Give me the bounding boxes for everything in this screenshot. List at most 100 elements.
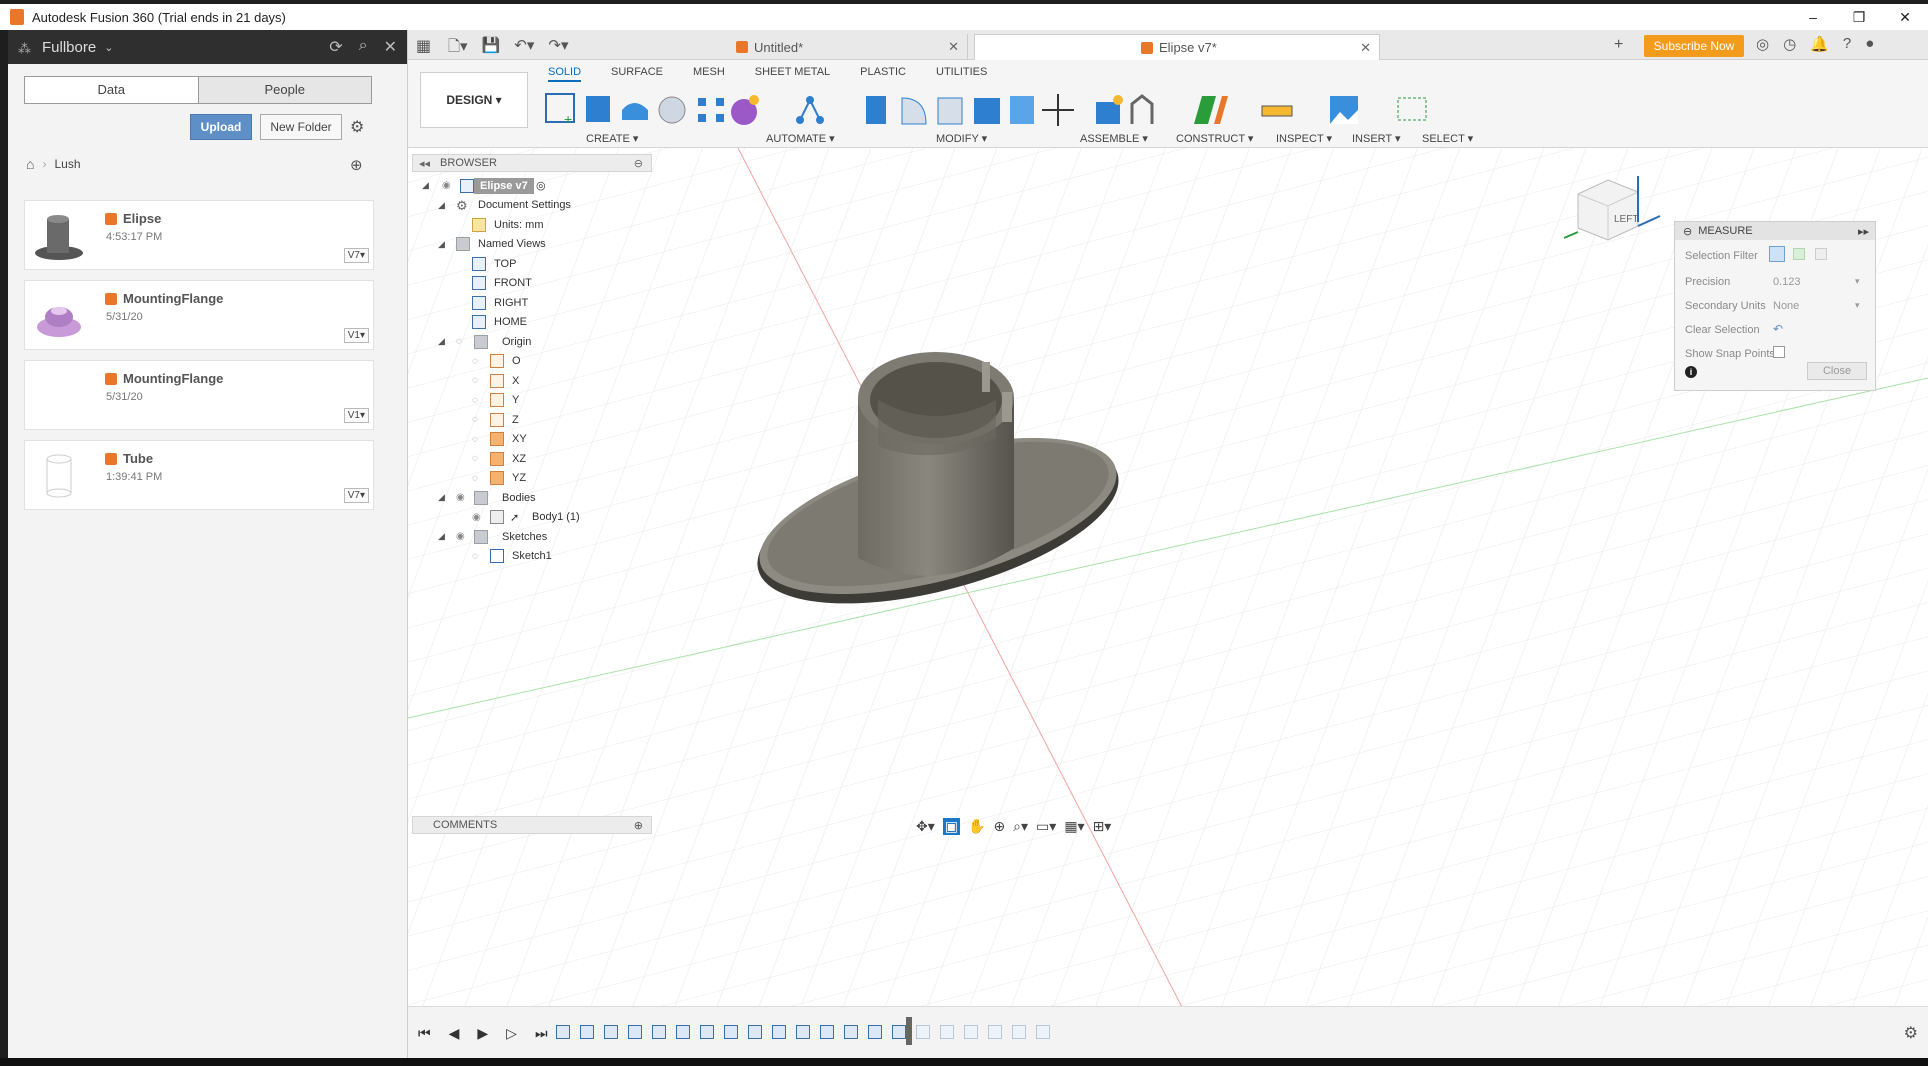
tree-view-right[interactable]: RIGHT (412, 293, 652, 313)
grid-settings-icon[interactable]: ▦▾ (1064, 818, 1084, 835)
measure-dialog-header[interactable]: ⊖ MEASURE ▸▸ (1675, 222, 1875, 240)
eye-hidden-icon[interactable]: ◌ (456, 336, 470, 347)
group-select[interactable]: SELECT ▾ (1422, 132, 1473, 145)
group-construct[interactable]: CONSTRUCT ▾ (1176, 132, 1253, 145)
tree-origin-xz[interactable]: ◌ XZ (412, 449, 652, 469)
breadcrumb-project[interactable]: Lush (54, 157, 80, 171)
body-filter-icon[interactable] (1793, 248, 1805, 260)
expand-icon[interactable]: ◢ (422, 180, 429, 191)
timeline-feature[interactable] (772, 1025, 786, 1039)
file-menu-icon[interactable]: 🗋▾ (448, 36, 468, 61)
timeline-feature[interactable] (556, 1025, 570, 1039)
step-forward-icon[interactable]: ▷ (506, 1025, 517, 1042)
eye-icon[interactable]: ◉ (456, 531, 470, 542)
tree-view-top[interactable]: TOP (412, 254, 652, 274)
joint-icon[interactable] (1130, 94, 1154, 124)
version-dropdown[interactable]: V7▾ (343, 248, 369, 263)
timeline-feature[interactable] (724, 1025, 738, 1039)
timeline-feature[interactable] (676, 1025, 690, 1039)
expand-dialog-icon[interactable]: ▸▸ (1858, 225, 1869, 238)
go-to-end-icon[interactable]: ⏭ (535, 1025, 548, 1042)
eye-hidden-icon[interactable]: ◌ (472, 453, 486, 464)
chevron-down-icon[interactable]: ▾ (1855, 276, 1860, 287)
tree-view-front[interactable]: FRONT (412, 274, 652, 294)
timeline-feature[interactable] (868, 1025, 882, 1039)
tree-sketch1[interactable]: ◌ Sketch1 (412, 547, 652, 567)
extrude-icon[interactable] (586, 96, 610, 122)
version-dropdown[interactable]: V1▾ (343, 328, 369, 343)
timeline-feature[interactable] (700, 1025, 714, 1039)
close-tab-icon[interactable]: ✕ (1360, 40, 1371, 56)
timeline-feature[interactable] (628, 1025, 642, 1039)
tab-sheet-metal[interactable]: SHEET METAL (755, 66, 830, 82)
comments-panel-header[interactable]: COMMENTS ⊕ (412, 816, 652, 834)
tab-mesh[interactable]: MESH (693, 66, 725, 82)
collapse-dialog-icon[interactable]: ⊖ (1683, 225, 1692, 238)
add-comment-icon[interactable]: ⊕ (634, 819, 643, 832)
chamfer-icon[interactable] (937, 97, 963, 125)
new-component-icon[interactable] (1096, 95, 1123, 124)
eye-hidden-icon[interactable]: ◌ (472, 356, 486, 367)
tree-bodies[interactable]: ◢ ◉ Bodies (412, 488, 652, 508)
tab-surface[interactable]: SURFACE (611, 66, 663, 82)
zoom-icon[interactable]: ⊕ (993, 818, 1005, 835)
insert-image-icon[interactable] (1330, 96, 1358, 124)
tree-body1[interactable]: ◉ ➚ Body1 (1) (412, 508, 652, 528)
timeline-feature[interactable] (820, 1025, 834, 1039)
create-sketch-icon[interactable]: + (545, 93, 575, 127)
timeline-feature[interactable] (1012, 1025, 1026, 1039)
tree-units[interactable]: Units: mm (412, 215, 652, 235)
eye-hidden-icon[interactable]: ◌ (472, 375, 486, 386)
clear-selection-icon[interactable]: ↶ (1773, 322, 1783, 336)
tab-solid[interactable]: SOLID (548, 66, 582, 82)
display-settings-icon[interactable]: ▭▾ (1036, 818, 1056, 835)
team-name[interactable]: Fullbore (42, 39, 96, 56)
close-button[interactable]: Close (1807, 362, 1867, 380)
eye-hidden-icon[interactable]: ◌ (472, 414, 486, 425)
eye-hidden-icon[interactable]: ◌ (472, 473, 486, 484)
fit-icon[interactable]: ⌕▾ (1013, 818, 1028, 835)
browser-panel-header[interactable]: ◂◂ BROWSER ⊖ (412, 154, 652, 172)
orbit-icon[interactable]: ✥▾ (916, 818, 935, 835)
globe-icon[interactable]: ⊕ (350, 156, 363, 174)
secondary-units-dropdown[interactable]: None (1773, 300, 1799, 312)
tab-plastic[interactable]: PLASTIC (860, 66, 906, 82)
tree-origin-z[interactable]: ◌ Z (412, 410, 652, 430)
refresh-icon[interactable]: ⟳ (329, 37, 342, 57)
measure-icon[interactable] (1261, 105, 1293, 117)
shell-icon[interactable] (974, 98, 1000, 124)
subscribe-button[interactable]: Subscribe Now (1644, 35, 1744, 57)
viewports-icon[interactable]: ⊞▾ (1093, 818, 1112, 835)
gear-icon[interactable]: ⚙ (1904, 1023, 1918, 1043)
create-form-icon[interactable] (731, 95, 759, 125)
chevron-down-icon[interactable]: ⌄ (104, 41, 113, 54)
info-icon[interactable]: i (1685, 366, 1697, 378)
tree-view-home[interactable]: HOME (412, 313, 652, 333)
tree-origin-y[interactable]: ◌ Y (412, 391, 652, 411)
file-item[interactable]: MountingFlange 5/31/20 V1▾ (24, 360, 374, 430)
tree-origin-xy[interactable]: ◌ XY (412, 430, 652, 450)
tab-utilities[interactable]: UTILITIES (936, 66, 987, 82)
press-pull-icon[interactable] (866, 96, 886, 124)
chevron-down-icon[interactable]: ▾ (1855, 300, 1860, 311)
collapse-browser-icon[interactable]: ◂◂ (419, 157, 430, 170)
revolve-icon[interactable] (622, 103, 648, 120)
expand-icon[interactable]: ◢ (438, 336, 445, 347)
version-dropdown[interactable]: V1▾ (343, 408, 369, 423)
activate-radio-icon[interactable]: ◎ (536, 179, 546, 192)
hole-icon[interactable] (658, 96, 686, 124)
tree-sketches[interactable]: ◢ ◉ Sketches (412, 527, 652, 547)
undo-icon[interactable]: ↶▾ (514, 36, 534, 61)
select-window-icon[interactable] (1397, 97, 1427, 121)
eye-icon[interactable]: ◉ (472, 512, 486, 523)
help-icon[interactable]: ? (1843, 35, 1851, 53)
pattern-icon[interactable] (698, 98, 724, 122)
timeline-feature[interactable] (940, 1025, 954, 1039)
avatar[interactable]: ● (1865, 35, 1874, 53)
group-automate[interactable]: AUTOMATE ▾ (766, 132, 835, 145)
look-at-icon[interactable]: ▣ (942, 818, 960, 835)
close-window-button[interactable]: ✕ (1882, 4, 1928, 30)
timeline-feature[interactable] (964, 1025, 978, 1039)
timeline-feature[interactable] (844, 1025, 858, 1039)
pan-icon[interactable]: ✋ (968, 818, 985, 835)
